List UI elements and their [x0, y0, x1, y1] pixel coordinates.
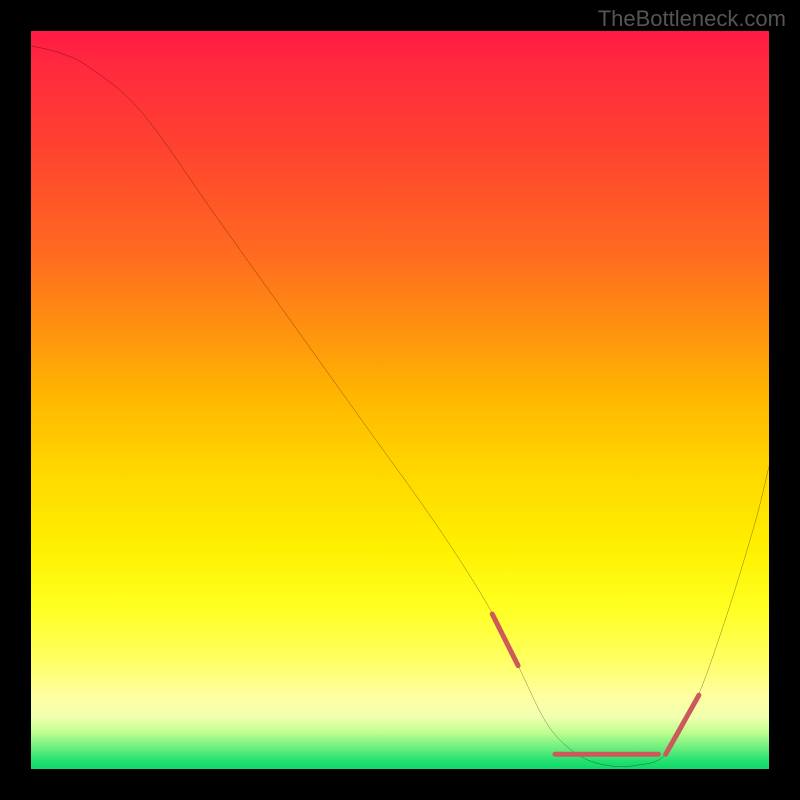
marker-right: [666, 695, 699, 754]
highlight-segments: [492, 614, 699, 754]
bottleneck-curve: [31, 46, 769, 767]
plot-area: [31, 31, 769, 769]
chart-svg: [31, 31, 769, 769]
watermark-text: TheBottleneck.com: [598, 6, 786, 32]
marker-left: [492, 614, 518, 666]
